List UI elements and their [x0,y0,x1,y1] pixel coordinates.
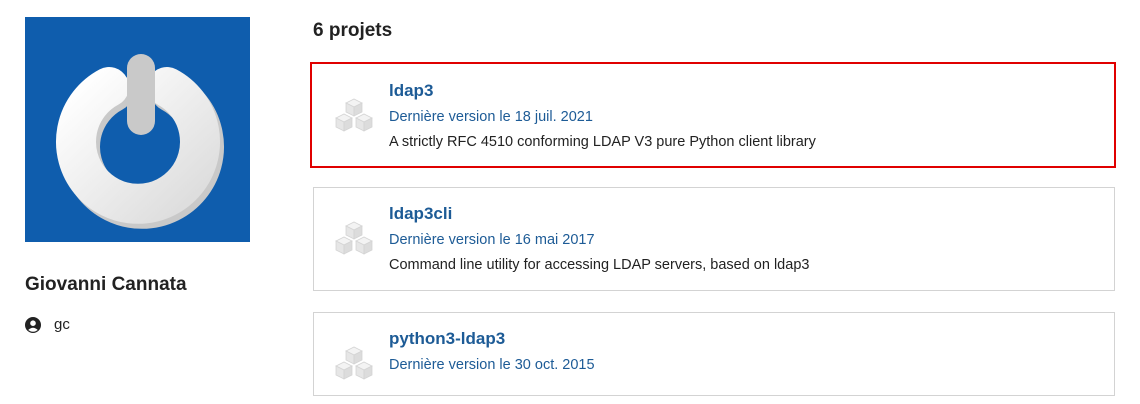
project-description: Command line utility for accessing LDAP … [389,257,810,273]
project-version: Dernière version le 30 oct. 2015 [389,357,595,373]
projects-count-heading: 6 projets [313,20,393,41]
project-name-link[interactable]: ldap3 [389,81,433,101]
profile-sidebar [25,17,251,242]
package-cubes-icon [332,218,376,262]
project-card[interactable]: ldap3cli Dernière version le 16 mai 2017… [313,187,1115,291]
avatar [25,17,250,242]
package-cubes-icon [332,343,376,387]
project-card[interactable]: python3-ldap3 Dernière version le 30 oct… [313,312,1115,396]
profile-username-row: gc [25,316,70,333]
package-cubes-icon [332,95,376,139]
project-version: Dernière version le 16 mai 2017 [389,232,595,248]
project-version: Dernière version le 18 juil. 2021 [389,109,593,125]
user-circle-icon [25,316,41,333]
power-logo-icon [56,50,224,229]
project-name-link[interactable]: python3-ldap3 [389,329,505,349]
project-card[interactable]: ldap3 Dernière version le 18 juil. 2021 … [310,62,1116,168]
profile-name: Giovanni Cannata [25,274,187,295]
project-name-link[interactable]: ldap3cli [389,204,452,224]
profile-username: gc [54,316,70,333]
project-description: A strictly RFC 4510 conforming LDAP V3 p… [389,134,816,150]
